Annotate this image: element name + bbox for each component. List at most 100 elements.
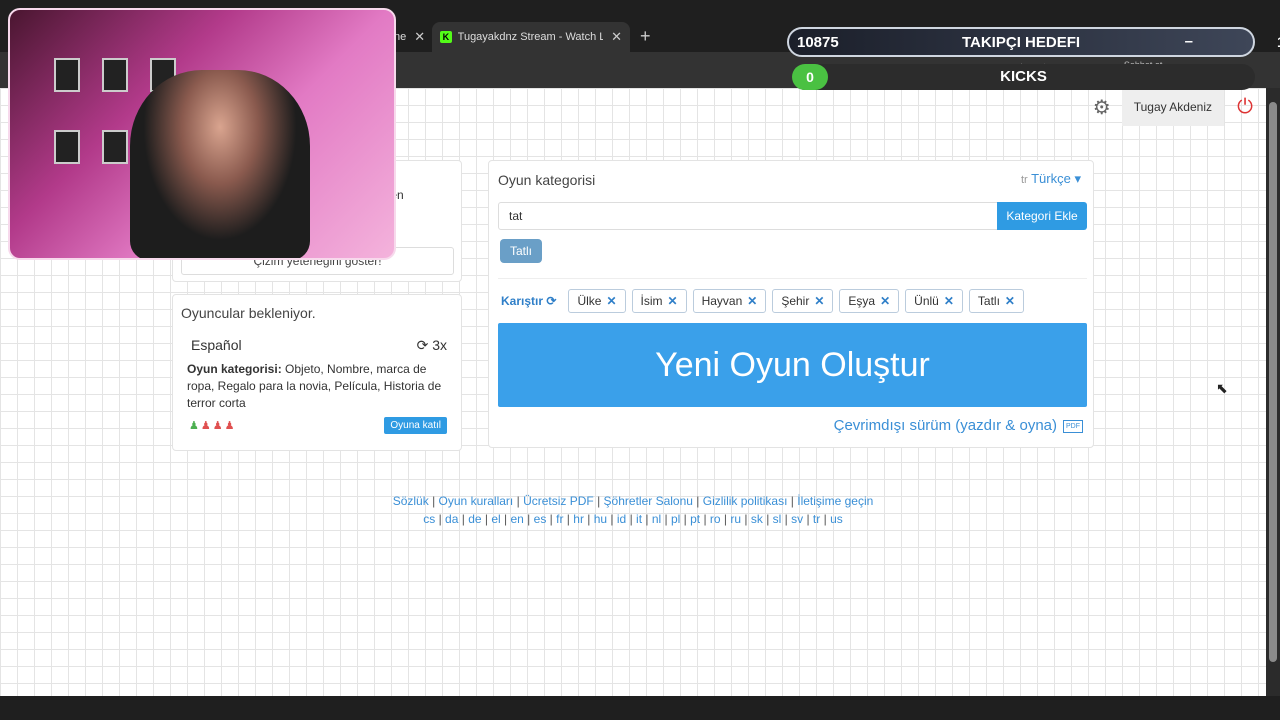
separator: | xyxy=(546,512,557,526)
category-tag: Tatlı ✕ xyxy=(968,289,1024,313)
separator: | xyxy=(820,512,831,526)
separator: | xyxy=(523,512,534,526)
separator: | xyxy=(435,512,446,526)
close-icon[interactable]: ✕ xyxy=(611,29,622,45)
refresh-icon: ⟳ xyxy=(416,337,433,353)
offline-version-link[interactable]: Çevrimdışı sürüm (yazdır & oyna) PDF xyxy=(834,417,1083,434)
categories-label: Oyun kategorisi: xyxy=(187,362,282,376)
footer-link[interactable]: İletişime geçin xyxy=(797,494,873,508)
separator: | xyxy=(781,512,792,526)
new-game-button[interactable]: Yeni Oyun Oluştur xyxy=(498,323,1087,407)
language-link[interactable]: cs xyxy=(423,512,435,526)
offline-label: Çevrimdışı sürüm (yazdır & oyna) xyxy=(833,417,1057,434)
separator-icon: – xyxy=(1184,33,1193,50)
remove-icon[interactable]: ✕ xyxy=(606,294,616,308)
pdf-icon: PDF xyxy=(1063,419,1083,433)
language-link[interactable]: hu xyxy=(594,512,607,526)
game-categories: Oyun kategorisi: Objeto, Nombre, marca d… xyxy=(187,361,449,412)
language-link[interactable]: id xyxy=(617,512,626,526)
language-link[interactable]: pt xyxy=(690,512,700,526)
player-icon: ♟ xyxy=(212,420,223,432)
new-tab-button[interactable]: + xyxy=(640,26,651,47)
join-game-button[interactable]: Oyuna katıl xyxy=(384,417,447,434)
separator: | xyxy=(661,512,671,526)
language-link[interactable]: hr xyxy=(573,512,584,526)
language-link[interactable]: sv xyxy=(791,512,803,526)
player-icon: ♟ xyxy=(224,420,235,432)
footer-link[interactable]: Gizlilik politikası xyxy=(703,494,788,508)
category-input[interactable]: tat xyxy=(498,202,998,230)
footer-link[interactable]: Şöhretler Salonu xyxy=(604,494,693,508)
remove-icon[interactable]: ✕ xyxy=(814,294,824,308)
footer-link[interactable]: Ücretsiz PDF xyxy=(523,494,594,508)
language-select[interactable]: tr Türkçe ▾ xyxy=(1021,171,1081,187)
username[interactable]: Tugay Akdeniz xyxy=(1121,88,1224,126)
close-icon[interactable]: ✕ xyxy=(414,29,425,45)
language-link[interactable]: el xyxy=(491,512,500,526)
rounds-value: 3x xyxy=(432,337,447,353)
mouse-cursor-icon: ⬉ xyxy=(1216,380,1228,396)
separator: | xyxy=(583,512,594,526)
remove-icon[interactable]: ✕ xyxy=(747,294,757,308)
footer-link[interactable]: Oyun kuralları xyxy=(439,494,514,508)
language-link[interactable]: pl xyxy=(671,512,680,526)
flag-icon: tr xyxy=(1020,174,1028,186)
language-link[interactable]: en xyxy=(510,512,523,526)
separator: | xyxy=(481,512,492,526)
separator: | xyxy=(803,512,813,526)
language-link[interactable]: de xyxy=(468,512,481,526)
category-suggestion[interactable]: Tatlı xyxy=(500,239,543,263)
footer-link[interactable]: Sözlük xyxy=(393,494,429,508)
player-slots: ♟ ♟ ♟ ♟ xyxy=(189,419,235,432)
language-link[interactable]: es xyxy=(534,512,547,526)
category-tag: Hayvan ✕ xyxy=(692,289,767,313)
wall-frame xyxy=(102,58,128,92)
tag-label: Hayvan xyxy=(701,294,743,308)
language-link[interactable]: us xyxy=(830,512,843,526)
refresh-icon: ⟳ xyxy=(546,294,557,308)
language-links: cs | da | de | el | en | es | fr | hr | … xyxy=(0,510,1266,528)
separator: | xyxy=(626,512,637,526)
remove-icon[interactable]: ✕ xyxy=(1005,294,1015,308)
language-link[interactable]: da xyxy=(445,512,458,526)
separator: | xyxy=(720,512,731,526)
category-title: Oyun kategorisi xyxy=(498,172,596,188)
tab-label: Tugayakdnz Stream - Watch Live o xyxy=(457,31,604,43)
game-language: Español xyxy=(191,337,242,353)
divider xyxy=(498,278,1087,279)
category-tag: Eşya ✕ xyxy=(839,289,900,313)
logout-icon[interactable]: ⏻ xyxy=(1224,96,1266,119)
separator: | xyxy=(458,512,469,526)
followers-title: TAKIPÇI HEDEFI xyxy=(961,34,1081,51)
add-category-button[interactable]: Kategori Ekle xyxy=(997,202,1087,230)
webcam-overlay xyxy=(8,8,396,260)
remove-icon[interactable]: ✕ xyxy=(668,294,678,308)
language-link[interactable]: ro xyxy=(710,512,721,526)
gear-icon[interactable]: ⚙ xyxy=(1082,95,1122,120)
scrollbar-thumb[interactable] xyxy=(1269,102,1277,662)
tab-kick-stream[interactable]: K Tugayakdnz Stream - Watch Live o ✕ xyxy=(432,22,630,52)
shuffle-button[interactable]: Karıştır ⟳ xyxy=(501,294,556,308)
kicks-title: KICKS xyxy=(1000,68,1047,85)
wall-frame xyxy=(54,58,80,92)
separator: | xyxy=(680,512,691,526)
wall-frame xyxy=(54,130,80,164)
remove-icon[interactable]: ✕ xyxy=(944,294,954,308)
category-tag: Ünlü ✕ xyxy=(905,289,963,313)
language-link[interactable]: sk xyxy=(751,512,763,526)
separator: | xyxy=(563,512,574,526)
streamer xyxy=(130,70,310,258)
tag-label: Şehir xyxy=(781,294,810,308)
kicks-goal-bar: 0 KICKS 1000 xyxy=(792,64,1255,90)
caret-down-icon: ▾ xyxy=(1074,171,1081,186)
separator: | xyxy=(642,512,652,526)
language-link[interactable]: ru xyxy=(730,512,741,526)
separator: | xyxy=(762,512,773,526)
waiting-title: Oyuncular bekleniyor. xyxy=(181,305,316,321)
language-link[interactable]: nl xyxy=(652,512,661,526)
wall-frame xyxy=(102,130,128,164)
footer-links: Sözlük | Oyun kuralları | Ücretsiz PDF |… xyxy=(392,494,874,508)
remove-icon[interactable]: ✕ xyxy=(880,294,890,308)
separator: | xyxy=(607,512,617,526)
category-tags: Karıştır ⟳ Ülke ✕ İsim ✕ Hayvan ✕ Şehir ✕ Eş… xyxy=(501,289,1024,313)
